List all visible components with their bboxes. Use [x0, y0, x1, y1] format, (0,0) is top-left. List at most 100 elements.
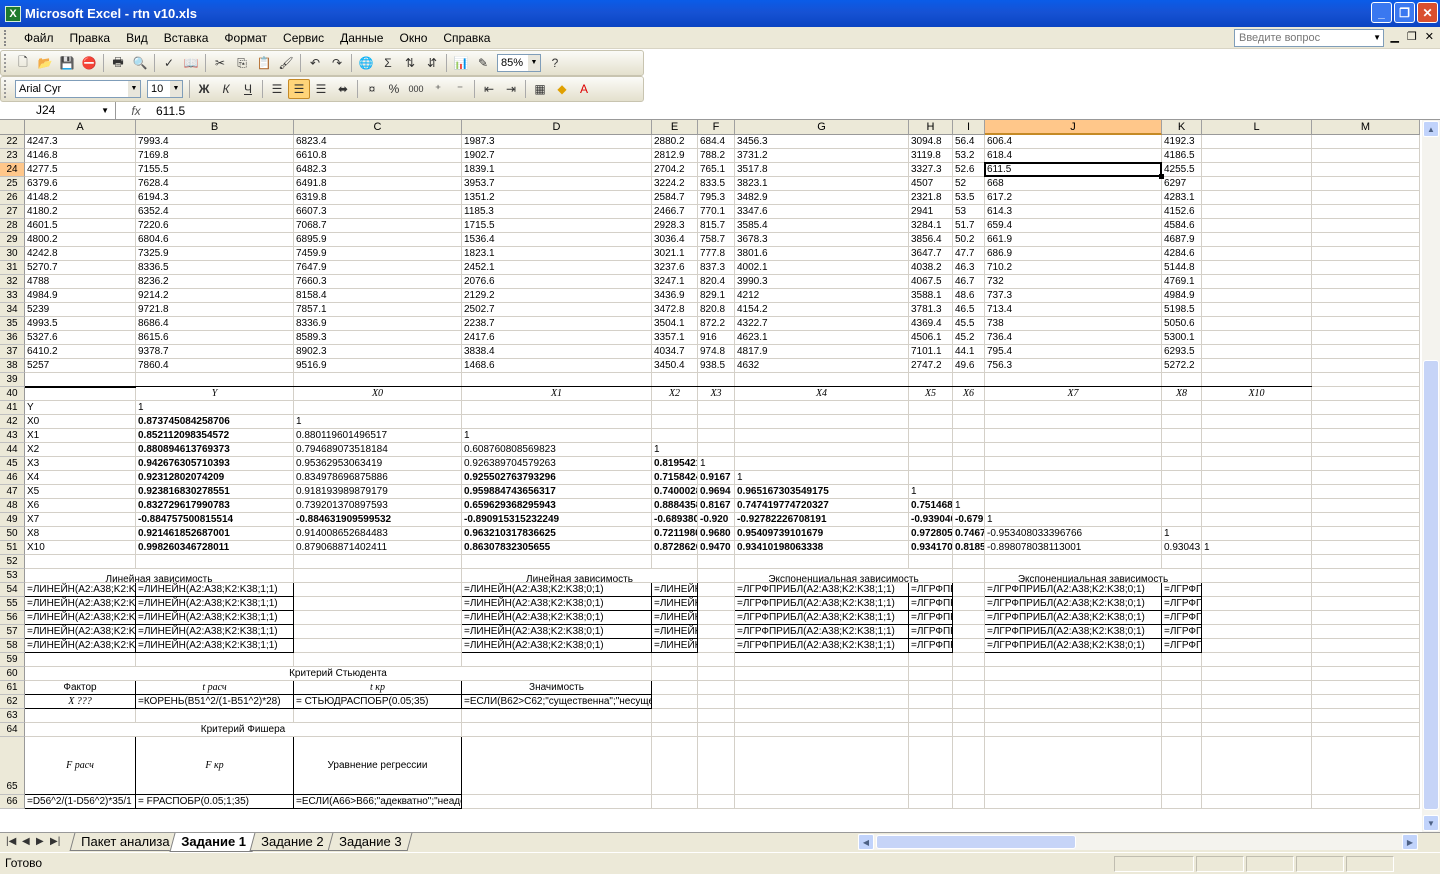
cell[interactable]	[1312, 541, 1420, 555]
cell-e36[interactable]: 3357.1	[652, 331, 698, 345]
cell-k31[interactable]: 5144.8	[1162, 261, 1202, 275]
cell-j40[interactable]: X7	[985, 387, 1162, 401]
row-header-32[interactable]: 32	[0, 275, 25, 289]
cell[interactable]	[985, 737, 1162, 795]
cell[interactable]	[652, 667, 698, 681]
cell[interactable]	[909, 401, 953, 415]
row-header-43[interactable]: 43	[0, 429, 25, 443]
cell-a54[interactable]: =ЛИНЕЙН(A2:A38;K2:K38;1;1)	[25, 583, 136, 597]
cell-e58[interactable]: =ЛИНЕЙН	[652, 639, 698, 653]
cell-b29[interactable]: 6804.6	[136, 233, 294, 247]
vertical-scrollbar[interactable]: ▲ ▼	[1422, 120, 1440, 832]
cell[interactable]	[953, 723, 985, 737]
cell[interactable]	[25, 653, 136, 667]
cell-a53[interactable]: Линейная зависимость	[25, 569, 294, 583]
cut-icon[interactable]: ✂	[209, 53, 231, 73]
cell[interactable]	[953, 625, 985, 639]
cell-c25[interactable]: 6491.8	[294, 177, 462, 191]
cell-g36[interactable]: 4623.1	[735, 331, 909, 345]
help-icon[interactable]: ?	[544, 53, 566, 73]
cell-g54[interactable]: =ЛГРФПРИБЛ(A2:A38;K2:K38;1;1)	[735, 583, 909, 597]
cell[interactable]	[953, 795, 985, 809]
cell-j28[interactable]: 659.4	[985, 219, 1162, 233]
cell[interactable]	[1202, 471, 1312, 485]
cell-g32[interactable]: 3990.3	[735, 275, 909, 289]
cell-c23[interactable]: 6610.8	[294, 149, 462, 163]
cell-a64[interactable]: Критерий Фишера	[25, 723, 462, 737]
cell[interactable]	[953, 443, 985, 457]
cell-b44[interactable]: 0.880894613769373	[136, 443, 294, 457]
row-header-28[interactable]: 28	[0, 219, 25, 233]
cell-a37[interactable]: 6410.2	[25, 345, 136, 359]
cell-i48[interactable]: 1	[953, 499, 985, 513]
cell-d57[interactable]: =ЛИНЕЙН(A2:A38;K2:K38;0;1)	[462, 625, 652, 639]
column-header-a[interactable]: A	[25, 120, 136, 135]
cell[interactable]	[652, 429, 698, 443]
cell[interactable]	[1202, 709, 1312, 723]
cell-d43[interactable]: 1	[462, 429, 652, 443]
sort-ascending-icon[interactable]: ⇅	[399, 53, 421, 73]
cell-c34[interactable]: 7857.1	[294, 303, 462, 317]
cell[interactable]	[1312, 177, 1420, 191]
cell-k23[interactable]: 4186.5	[1162, 149, 1202, 163]
cell-k50[interactable]: 1	[1162, 527, 1202, 541]
cell-j35[interactable]: 738	[985, 317, 1162, 331]
cell-e57[interactable]: =ЛИНЕЙН	[652, 625, 698, 639]
cell[interactable]	[1162, 513, 1202, 527]
cell[interactable]	[1202, 275, 1312, 289]
cell[interactable]	[1162, 457, 1202, 471]
cell[interactable]	[1312, 289, 1420, 303]
cell[interactable]	[698, 401, 735, 415]
cell-j27[interactable]: 614.3	[985, 205, 1162, 219]
cell[interactable]	[735, 795, 909, 809]
cell[interactable]	[462, 415, 652, 429]
cell[interactable]	[985, 695, 1162, 709]
cell-c26[interactable]: 6319.8	[294, 191, 462, 205]
cell[interactable]	[1162, 695, 1202, 709]
cell-i49[interactable]: -0.6791	[953, 513, 985, 527]
cell[interactable]	[1312, 653, 1420, 667]
cell-e56[interactable]: =ЛИНЕЙН	[652, 611, 698, 625]
cell-f31[interactable]: 837.3	[698, 261, 735, 275]
sheet-tab-task-3[interactable]: Задание 3	[327, 833, 413, 851]
doc-restore-icon[interactable]: ❐	[1407, 30, 1417, 43]
cell-i34[interactable]: 46.5	[953, 303, 985, 317]
cell-c61[interactable]: t кр	[294, 681, 462, 695]
cell[interactable]	[698, 709, 735, 723]
cell[interactable]	[909, 471, 953, 485]
horizontal-scrollbar[interactable]: ◀ ▶	[858, 834, 1418, 850]
cell[interactable]	[1202, 443, 1312, 457]
cell-a46[interactable]: X4	[25, 471, 136, 485]
cell-g55[interactable]: =ЛГРФПРИБЛ(A2:A38;K2:K38;1;1)	[735, 597, 909, 611]
cell-a24[interactable]: 4277.5	[25, 163, 136, 177]
cell[interactable]	[136, 555, 294, 569]
cell-h30[interactable]: 3647.7	[909, 247, 953, 261]
cell-g25[interactable]: 3823.1	[735, 177, 909, 191]
row-header-26[interactable]: 26	[0, 191, 25, 205]
cell-j36[interactable]: 736.4	[985, 331, 1162, 345]
cell-f47[interactable]: 0.9694	[698, 485, 735, 499]
underline-button[interactable]: Ч	[237, 79, 259, 99]
cell-c24[interactable]: 6482.3	[294, 163, 462, 177]
column-header-k[interactable]: K	[1162, 120, 1202, 135]
cell-i35[interactable]: 45.5	[953, 317, 985, 331]
cell[interactable]	[953, 597, 985, 611]
cell-d38[interactable]: 1468.6	[462, 359, 652, 373]
cell[interactable]	[1202, 653, 1312, 667]
cell[interactable]	[735, 401, 909, 415]
cell-g48[interactable]: 0.747419774720327	[735, 499, 909, 513]
row-header-66[interactable]: 66	[0, 795, 25, 809]
cell-f26[interactable]: 795.3	[698, 191, 735, 205]
cell[interactable]	[1312, 303, 1420, 317]
cell-c62[interactable]: = СТЬЮДРАСПОБР(0.05;35)	[294, 695, 462, 709]
cell[interactable]	[698, 611, 735, 625]
row-header-47[interactable]: 47	[0, 485, 25, 499]
cell-b22[interactable]: 7993.4	[136, 135, 294, 149]
cell[interactable]	[698, 429, 735, 443]
percent-button[interactable]: %	[383, 79, 405, 99]
cell[interactable]	[652, 695, 698, 709]
cell-i24[interactable]: 52.6	[953, 163, 985, 177]
cell-f37[interactable]: 974.8	[698, 345, 735, 359]
prev-sheet-icon[interactable]: ◀	[22, 836, 30, 847]
cell-e48[interactable]: 0.8884358	[652, 499, 698, 513]
